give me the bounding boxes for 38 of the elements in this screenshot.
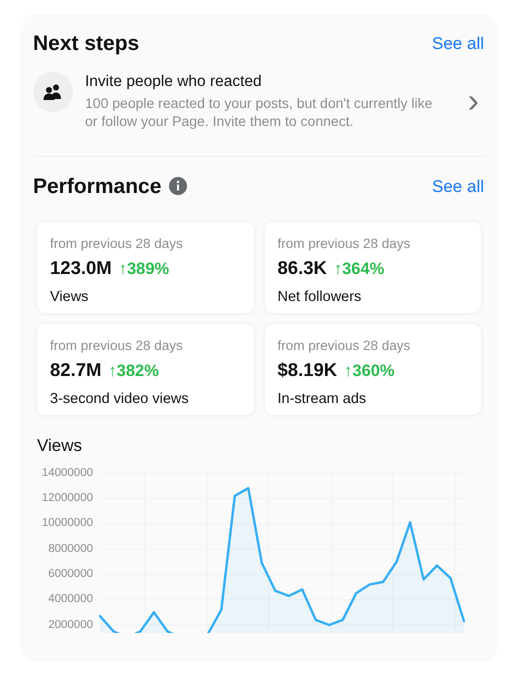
section-title: Performance <box>33 174 162 200</box>
metric-caption: from previous 28 days <box>278 236 412 252</box>
metric-value: 86.3K <box>278 257 327 279</box>
see-all-link[interactable]: See all <box>432 31 484 56</box>
see-all-link[interactable]: See all <box>432 174 484 199</box>
metric-card[interactable]: from previous 28 days $8.19K ↑360% In-stream ads <box>264 324 481 415</box>
metric-label: 3-second video views <box>50 390 190 409</box>
axis-label: 10000000 <box>42 516 93 530</box>
change-percent: ↑364% <box>334 259 384 280</box>
metric-value: 123.0M <box>50 257 112 279</box>
people-icon <box>33 72 73 112</box>
metric-card[interactable]: from previous 28 days 86.3K ↑364% Net followers <box>264 222 481 313</box>
invite-description: 100 people reacted to your posts, but don't currently like or follow your Page. Invite them to connect. <box>85 94 434 130</box>
section-title: Next steps <box>33 31 140 57</box>
axis-label: 2000000 <box>48 618 93 632</box>
axis-label: 4000000 <box>48 592 93 606</box>
metric-card[interactable]: from previous 28 days 123.0M ↑389% Views <box>37 222 254 313</box>
axis-label: 12000000 <box>42 490 93 505</box>
axis-label: 14000000 <box>42 466 93 480</box>
metric-value: 82.7M <box>50 359 102 381</box>
change-percent: ↑389% <box>118 259 170 280</box>
change-percent: ↑360% <box>344 361 395 382</box>
metric-label: Net followers <box>278 288 362 307</box>
metric-caption: from previous 28 days <box>50 236 184 252</box>
metric-label: Views <box>50 288 90 307</box>
axis-label: 6000000 <box>48 566 93 581</box>
metric-caption: from previous 28 days <box>50 338 184 354</box>
metric-value: $8.19K <box>278 359 338 381</box>
metric-label: In-stream ads <box>278 390 368 409</box>
axis-label: 8000000 <box>48 542 93 556</box>
change-percent: ↑382% <box>108 361 159 382</box>
info-icon[interactable] <box>169 177 188 196</box>
invite-title: Invite people who reacted <box>85 72 263 92</box>
chevron-icon: › <box>468 84 479 118</box>
invite-row[interactable]: Invite people who reacted 100 people reacted to your posts, but don't currently like or follow your Page. Invite them to connect. › <box>33 72 485 156</box>
metric-card[interactable]: from previous 28 days 82.7M ↑382% 3-second video views <box>37 324 254 415</box>
metric-caption: from previous 28 days <box>278 338 412 354</box>
chart-title: Views <box>37 435 84 457</box>
